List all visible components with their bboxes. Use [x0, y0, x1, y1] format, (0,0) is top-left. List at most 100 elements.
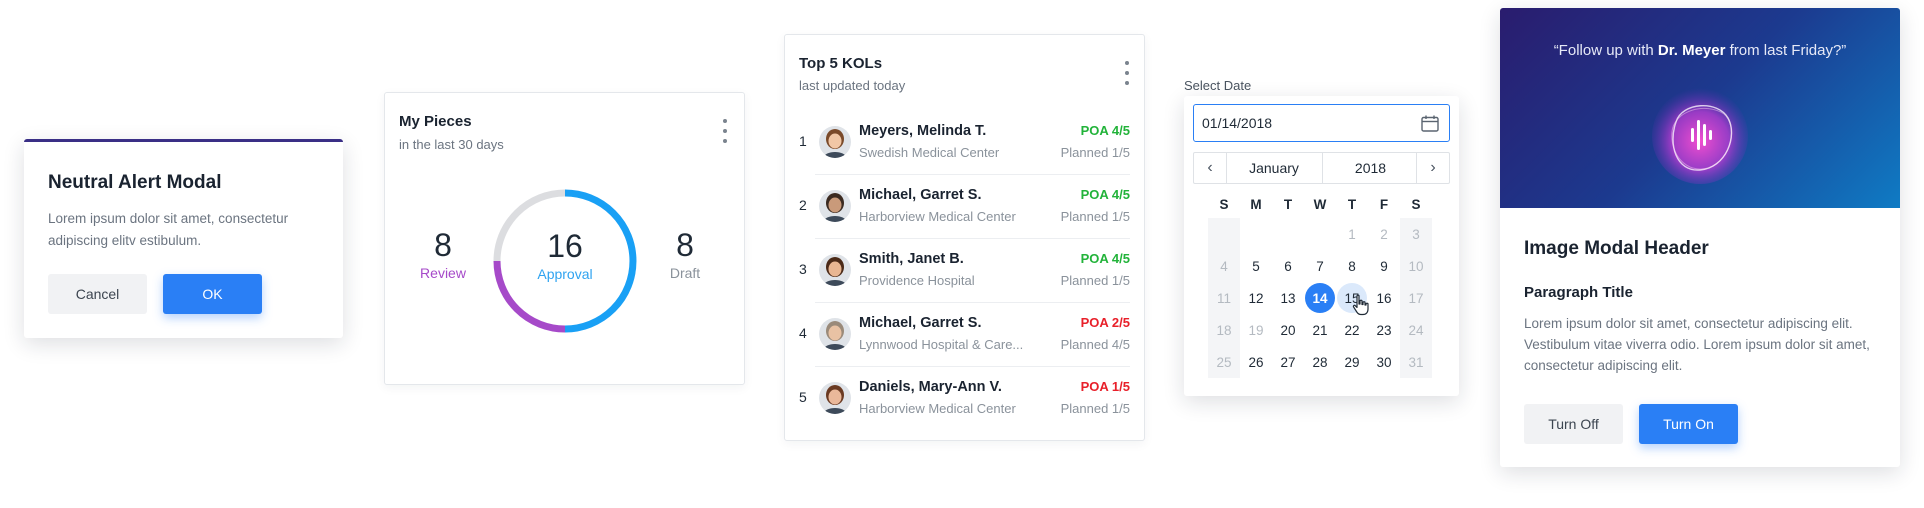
kol-row[interactable]: 1 Meyers, Melinda T. Swedish Medical Cente…	[785, 111, 1144, 175]
image-modal: “Follow up with Dr. Meyer from last Frid…	[1500, 8, 1900, 467]
calendar-day[interactable]: 23	[1368, 314, 1400, 346]
paragraph-title: Paragraph Title	[1524, 284, 1633, 301]
weekday-header: F	[1379, 196, 1389, 212]
select-date-label: Select Date	[1184, 78, 1252, 93]
calendar-day[interactable]: 6	[1272, 250, 1304, 282]
cancel-button[interactable]: Cancel	[48, 274, 147, 314]
my-pieces-subtitle: in the last 30 days	[399, 137, 504, 152]
assistant-quote: “Follow up with Dr. Meyer from last Frid…	[1500, 42, 1900, 59]
calendar-day[interactable]: 4	[1208, 250, 1240, 282]
calendar-day[interactable]: 8	[1336, 250, 1368, 282]
draft-count: 8	[676, 227, 694, 263]
ok-button[interactable]: OK	[163, 274, 262, 314]
kol-name: Michael, Garret S.	[859, 315, 982, 331]
paragraph-text: Lorem ipsum dolor sit amet, consectetur …	[1524, 316, 1870, 373]
poa-status: POA 2/5	[1080, 315, 1130, 330]
calendar-day[interactable]: 9	[1368, 250, 1400, 282]
calendar-day[interactable]: 26	[1240, 346, 1272, 378]
calendar-day[interactable]: 27	[1272, 346, 1304, 378]
calendar-day[interactable]: 18	[1208, 314, 1240, 346]
turn-on-button[interactable]: Turn On	[1639, 404, 1738, 444]
month-select[interactable]: January	[1226, 153, 1323, 183]
calendar-day[interactable]: 7	[1304, 250, 1336, 282]
chevron-right-icon[interactable]: ›	[1416, 153, 1449, 183]
planned-status: Planned 4/5	[1060, 337, 1130, 352]
calendar-day[interactable]: 1	[1336, 218, 1368, 250]
calendar-day[interactable]: 20	[1272, 314, 1304, 346]
date-input[interactable]: 01/14/2018	[1193, 104, 1450, 142]
calendar-day[interactable]: 24	[1400, 314, 1432, 346]
month-year-navigator: ‹ January 2018 ›	[1193, 152, 1450, 184]
my-pieces-card: My Pieces in the last 30 days 8 Review 1…	[384, 92, 745, 385]
calendar-day[interactable]: 3	[1400, 218, 1432, 250]
calendar-day[interactable]: 30	[1368, 346, 1400, 378]
calendar-day[interactable]: 25	[1208, 346, 1240, 378]
planned-status: Planned 1/5	[1060, 273, 1130, 288]
date-picker: 01/14/2018 ‹ January 2018 › SMTWTFS12345…	[1184, 96, 1459, 396]
planned-status: Planned 1/5	[1060, 145, 1130, 160]
kol-row[interactable]: 5 Daniels, Mary-Ann V. Harborview Medical …	[785, 367, 1144, 431]
image-modal-hero: “Follow up with Dr. Meyer from last Frid…	[1500, 8, 1900, 208]
year-select[interactable]: 2018	[1322, 153, 1419, 183]
planned-status: Planned 1/5	[1060, 209, 1130, 224]
calendar-day[interactable]: 16	[1368, 282, 1400, 314]
kol-rank: 2	[799, 197, 807, 213]
review-count: 8	[434, 227, 452, 263]
kol-name: Meyers, Melinda T.	[859, 123, 987, 139]
weekday-header: T	[1283, 196, 1293, 212]
calendar-day[interactable]: 19	[1240, 314, 1272, 346]
kol-name: Daniels, Mary-Ann V.	[859, 379, 1002, 395]
draft-stat: 8 Draft	[655, 227, 715, 281]
kol-rank: 3	[799, 261, 807, 277]
kol-name: Smith, Janet B.	[859, 251, 964, 267]
more-options-icon[interactable]	[1122, 61, 1132, 85]
date-input-value: 01/14/2018	[1202, 115, 1273, 131]
turn-off-button[interactable]: Turn Off	[1524, 404, 1623, 444]
neutral-alert-modal: Neutral Alert Modal Lorem ipsum dolor si…	[24, 139, 343, 338]
kols-title: Top 5 KOLs	[799, 55, 883, 72]
more-options-icon[interactable]	[720, 119, 730, 143]
weekday-header: T	[1347, 196, 1357, 212]
calendar-day[interactable]: 21	[1304, 314, 1336, 346]
avatar	[819, 254, 851, 286]
calendar-day-selected[interactable]: 14	[1304, 282, 1336, 314]
avatar	[819, 126, 851, 158]
alert-modal-body: Lorem ipsum dolor sit amet, consectetur …	[48, 211, 289, 248]
calendar-day[interactable]: 17	[1400, 282, 1432, 314]
calendar-day[interactable]: 22	[1336, 314, 1368, 346]
kols-subtitle: last updated today	[799, 78, 906, 93]
calendar-day[interactable]: 10	[1400, 250, 1432, 282]
calendar-day[interactable]: 31	[1400, 346, 1432, 378]
poa-status: POA 4/5	[1080, 251, 1130, 266]
poa-status: POA 4/5	[1080, 123, 1130, 138]
my-pieces-title: My Pieces	[399, 113, 472, 130]
approval-count: 16	[547, 228, 583, 264]
poa-status: POA 4/5	[1080, 187, 1130, 202]
avatar	[819, 382, 851, 414]
kol-rank: 4	[799, 325, 807, 341]
calendar-day[interactable]: 2	[1368, 218, 1400, 250]
kol-organization: Swedish Medical Center	[859, 145, 1000, 160]
calendar-icon[interactable]	[1421, 115, 1439, 132]
calendar-day[interactable]: 13	[1272, 282, 1304, 314]
calendar-day[interactable]: 11	[1208, 282, 1240, 314]
quote-prefix: “Follow up with	[1553, 42, 1658, 59]
calendar-day[interactable]: 28	[1304, 346, 1336, 378]
calendar-day[interactable]: 12	[1240, 282, 1272, 314]
kol-organization: Harborview Medical Center	[859, 209, 1016, 224]
draft-label: Draft	[669, 265, 701, 281]
chevron-left-icon[interactable]: ‹	[1194, 153, 1227, 183]
quote-name: Dr. Meyer	[1657, 42, 1726, 59]
kol-organization: Providence Hospital	[859, 273, 975, 288]
kol-row[interactable]: 2 Michael, Garret S. Harborview Medical Ce…	[785, 175, 1144, 239]
avatar	[819, 190, 851, 222]
calendar-day[interactable]: 5	[1240, 250, 1272, 282]
calendar-day[interactable]: 29	[1336, 346, 1368, 378]
kol-rank: 5	[799, 389, 807, 405]
kol-row[interactable]: 4 Michael, Garret S. Lynnwood Hospital & C…	[785, 303, 1144, 367]
weekday-header: S	[1411, 196, 1421, 212]
kol-row[interactable]: 3 Smith, Janet B. Providence Hospital POA 4…	[785, 239, 1144, 303]
top-kols-card: Top 5 KOLs last updated today 1 Meyers, M…	[784, 34, 1145, 441]
kol-name: Michael, Garret S.	[859, 187, 982, 203]
approval-label: Approval	[537, 266, 593, 282]
